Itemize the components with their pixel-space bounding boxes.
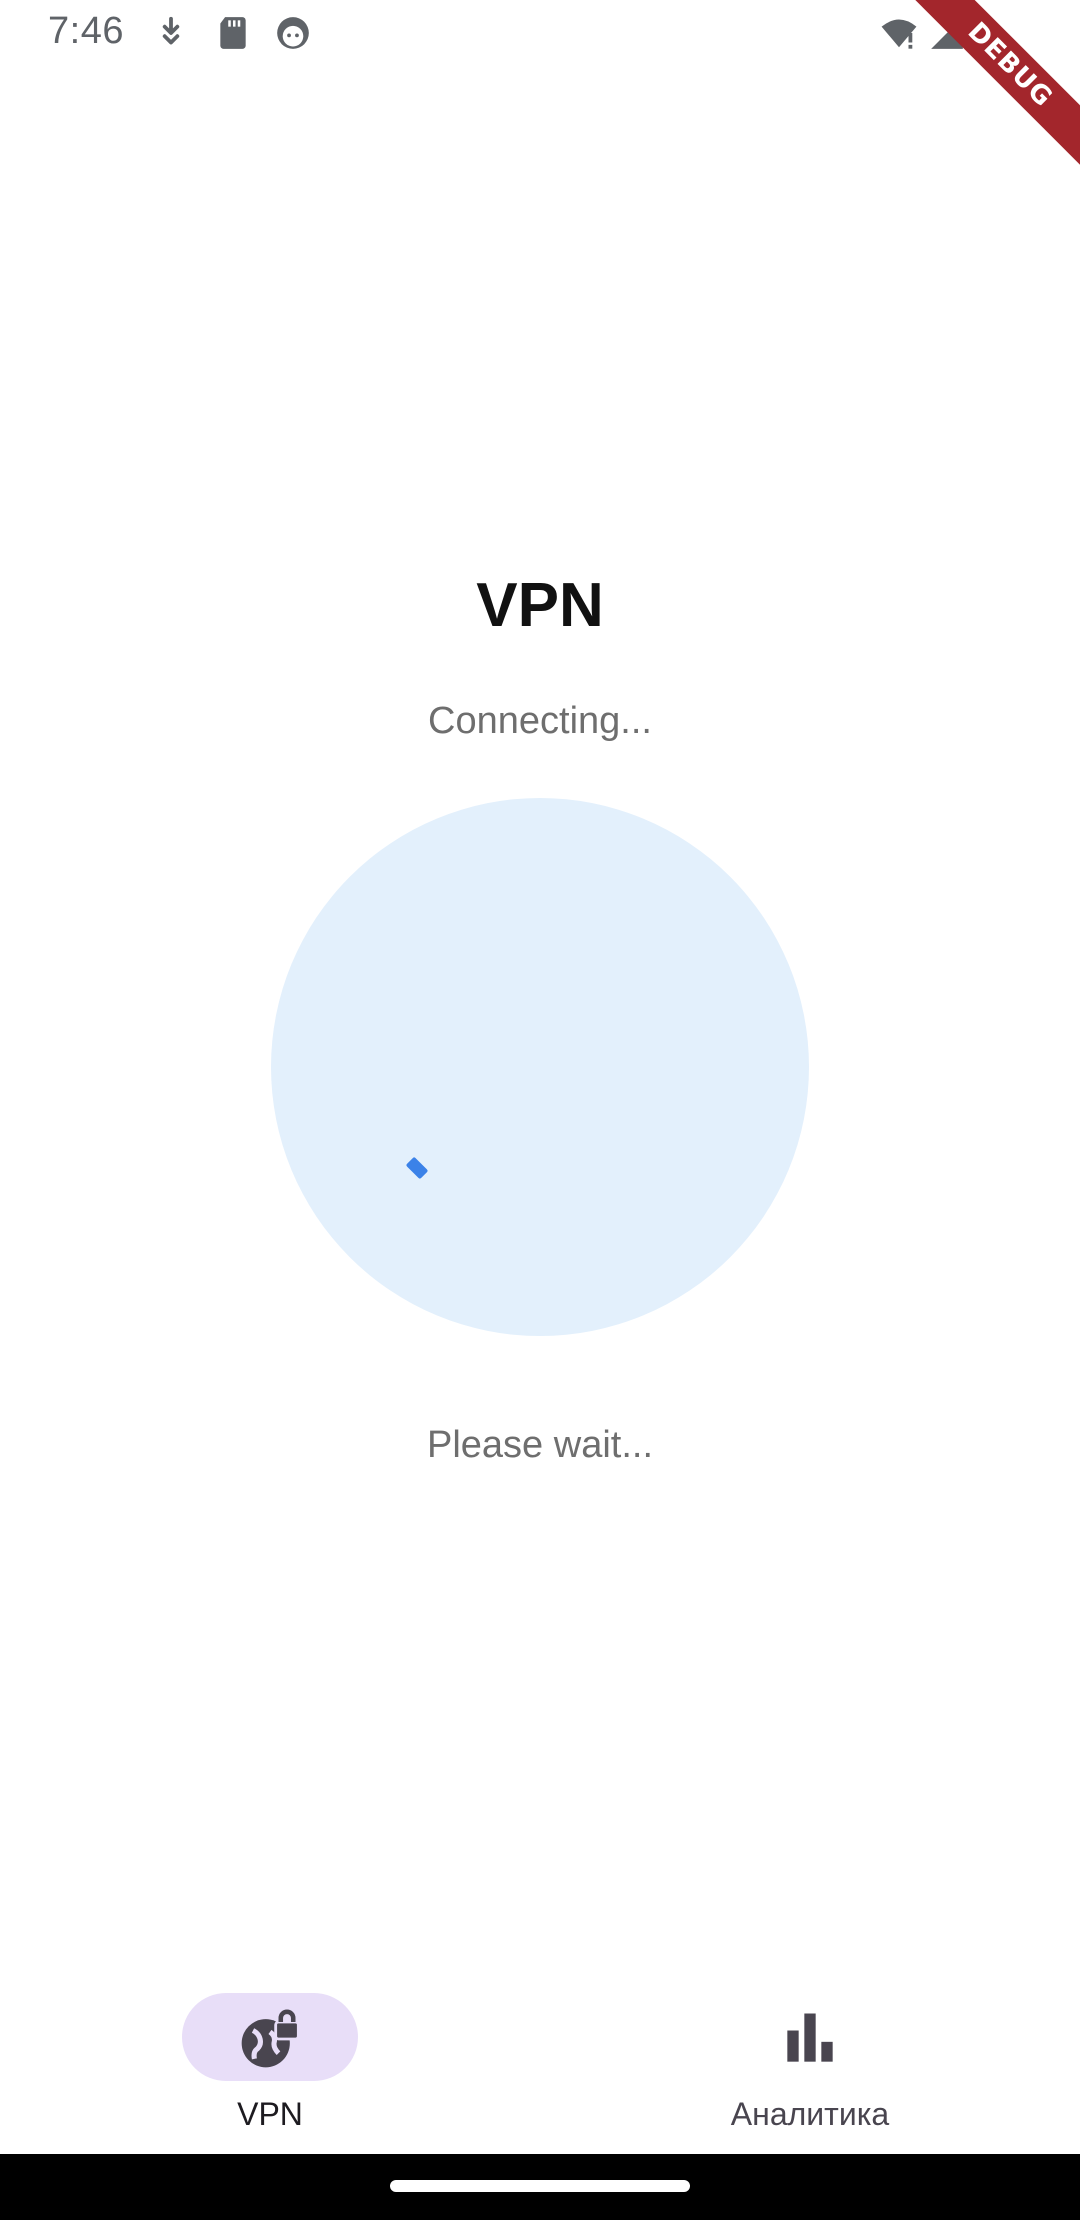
nav-item-analytics[interactable]: Аналитика [540,1960,1080,2154]
bottom-navigation: VPN Аналитика [0,1960,1080,2154]
download-icon [162,16,180,45]
system-navigation-bar [0,2154,1080,2220]
nav-item-vpn[interactable]: VPN [0,1960,540,2154]
connection-status-text: Connecting... [428,700,652,742]
home-gesture-handle[interactable] [390,2180,690,2192]
bar-chart-icon [787,2013,833,2062]
status-time: 7:46 [48,10,124,52]
sd-card-icon [220,17,246,49]
vpn-connect-button[interactable] [271,798,809,1336]
vpn-globe-lock-icon [241,2009,300,2068]
wait-message: Please wait... [427,1424,653,1466]
android-face-icon [277,17,309,49]
nav-label-vpn: VPN [237,2096,303,2132]
debug-label: DEBUG [910,0,1080,170]
app-screen: 7:46 DEBUG VPN Connecting... Please wait… [0,0,1080,2220]
nav-label-analytics: Аналитика [730,2096,890,2132]
debug-banner: DEBUG [910,0,1080,170]
page-title: VPN [476,571,604,640]
